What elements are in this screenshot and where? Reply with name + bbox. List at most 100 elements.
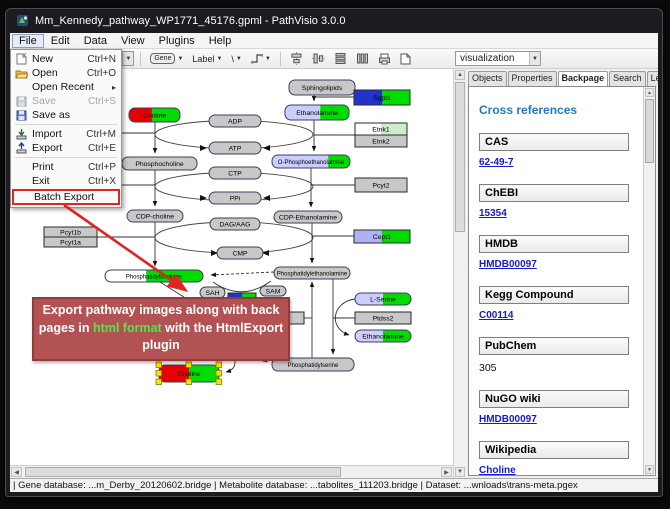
pathway-node-ptdss2[interactable]: Ptdss2 bbox=[355, 312, 411, 324]
backpage-panel: Cross references CAS62-49-7ChEBI15354HMD… bbox=[468, 86, 656, 476]
xref-link[interactable]: 62-49-7 bbox=[479, 157, 633, 168]
toolbar-separator bbox=[280, 52, 281, 66]
svg-text:Pcyt1a: Pcyt1a bbox=[60, 239, 81, 246]
xref-link[interactable]: C00114 bbox=[479, 310, 633, 321]
label-tool-button[interactable]: Label ▼ bbox=[189, 51, 225, 67]
canvas-vertical-scrollbar[interactable]: ▲ ▼ bbox=[453, 69, 466, 478]
panel-scroll-thumb[interactable] bbox=[645, 99, 654, 163]
pathway-node-cept1[interactable]: Cept1 bbox=[354, 230, 410, 243]
pathway-node-pcyt1a[interactable]: Pcyt1a bbox=[44, 237, 97, 247]
canvas-horizontal-scrollbar[interactable]: ◀ ▶ bbox=[10, 465, 453, 478]
pathway-node-sgpl1[interactable]: Sgpl1 bbox=[354, 90, 410, 105]
pathway-node-l-serine[interactable]: L-Serine bbox=[355, 293, 411, 305]
pathway-node-pcyt2[interactable]: Pcyt2 bbox=[355, 178, 407, 192]
menu-item-import[interactable]: Import Ctrl+M bbox=[12, 127, 120, 141]
xref-link[interactable]: 15354 bbox=[479, 208, 633, 219]
pathway-node-dag-aag[interactable]: DAG/AAG bbox=[210, 218, 260, 230]
svg-text:DAG/AAG: DAG/AAG bbox=[220, 221, 251, 228]
pathway-node-pcyt1b[interactable]: Pcyt1b bbox=[44, 227, 97, 237]
elbow-connector-icon bbox=[251, 53, 263, 64]
xref-header: HMDB bbox=[479, 235, 629, 253]
menu-file[interactable]: File bbox=[12, 34, 44, 48]
menu-item-save[interactable]: Save Ctrl+S bbox=[12, 94, 120, 108]
menu-plugins[interactable]: Plugins bbox=[152, 34, 202, 48]
caret-icon: ▼ bbox=[236, 56, 242, 62]
xref-link[interactable]: HMDB00097 bbox=[479, 259, 633, 270]
align-center-y-button[interactable] bbox=[309, 51, 328, 67]
menu-item-open[interactable]: Open Ctrl+O bbox=[12, 66, 120, 80]
pathway-node-o-phosphoethanolamine[interactable]: O-Phosphoethanolamine bbox=[272, 155, 350, 168]
stack-vertical-button[interactable] bbox=[353, 51, 372, 67]
menu-item-new[interactable]: New Ctrl+N bbox=[12, 52, 120, 66]
pathway-node-phosphatidylethanolamine[interactable]: Phosphatidylethanolamine bbox=[274, 267, 350, 279]
pathway-node-cdp-ethanolamine[interactable]: CDP-Ethanolamine bbox=[274, 211, 342, 223]
menu-item-print[interactable]: Print Ctrl+P bbox=[12, 160, 120, 174]
pathway-node-choline[interactable]: Choline bbox=[156, 362, 222, 385]
gene-tool-button[interactable]: Gene ▼ bbox=[147, 51, 186, 67]
app-icon bbox=[16, 14, 29, 27]
stack-horizontal-button[interactable] bbox=[331, 51, 350, 67]
visualization-combobox[interactable]: visualization ▼ bbox=[455, 51, 541, 66]
vertical-scroll-thumb[interactable] bbox=[455, 82, 465, 232]
pathway-node-sam[interactable]: SAM bbox=[260, 286, 286, 296]
scroll-up-icon[interactable]: ▲ bbox=[455, 70, 465, 80]
menu-item-open-recent[interactable]: Open Recent ▸ bbox=[12, 80, 120, 94]
selection-handle[interactable] bbox=[186, 362, 192, 368]
pathway-node-phosphatidylcholines[interactable]: Phosphatidylcholines bbox=[105, 270, 203, 282]
xref-header: CAS bbox=[479, 133, 629, 151]
pathvisio-window: Mm_Kennedy_pathway_WP1771_45176.gpml - P… bbox=[5, 8, 663, 497]
pathway-node-ctp[interactable]: CTP bbox=[209, 167, 261, 179]
selection-handle[interactable] bbox=[156, 371, 162, 377]
menu-item-export[interactable]: Export Ctrl+E bbox=[12, 141, 120, 155]
tab-properties[interactable]: Properties bbox=[508, 71, 557, 86]
svg-text:Pcyt2: Pcyt2 bbox=[373, 182, 390, 189]
tab-search[interactable]: Search bbox=[609, 71, 646, 86]
xref-link[interactable]: HMDB00097 bbox=[479, 414, 633, 425]
pathway-node-phosphocholine[interactable]: Phosphocholine bbox=[122, 157, 197, 170]
pathway-node-adp[interactable]: ADP bbox=[209, 115, 261, 127]
page-setup-button[interactable] bbox=[397, 51, 414, 67]
scroll-left-icon[interactable]: ◀ bbox=[11, 467, 22, 477]
scroll-right-icon[interactable]: ▶ bbox=[441, 467, 452, 477]
pathway-node-etnk2[interactable]: Etnk2 bbox=[355, 135, 407, 147]
print-button[interactable] bbox=[375, 51, 394, 67]
title-bar[interactable]: Mm_Kennedy_pathway_WP1771_45176.gpml - P… bbox=[6, 9, 662, 32]
selection-handle[interactable] bbox=[216, 371, 222, 377]
menu-view[interactable]: View bbox=[114, 34, 152, 48]
selection-handle[interactable] bbox=[216, 379, 222, 385]
menu-item-exit[interactable]: Exit Ctrl+X bbox=[12, 174, 120, 188]
menu-edit[interactable]: Edit bbox=[44, 34, 77, 48]
align-center-x-button[interactable] bbox=[287, 51, 306, 67]
pathway-node-etnk1[interactable]: Etnk1 bbox=[355, 123, 407, 135]
pathway-node-cdp-choline[interactable]: CDP-choline bbox=[127, 210, 183, 222]
line-tool-button[interactable]: \ ▼ bbox=[228, 51, 244, 67]
caret-icon[interactable]: ▼ bbox=[122, 52, 133, 65]
pathway-node-ethanolamine[interactable]: Ethanolamine bbox=[355, 330, 411, 342]
selection-handle[interactable] bbox=[186, 379, 192, 385]
tab-objects[interactable]: Objects bbox=[468, 71, 507, 86]
pathway-node-ppi[interactable]: PPi bbox=[209, 192, 261, 204]
menu-help[interactable]: Help bbox=[202, 34, 239, 48]
tab-legend[interactable]: Legend bbox=[647, 71, 658, 86]
scroll-down-icon[interactable]: ▼ bbox=[645, 465, 654, 474]
visualization-value: visualization bbox=[460, 53, 514, 64]
panel-scrollbar[interactable]: ▲ ▼ bbox=[643, 87, 655, 475]
pathway-node-choline[interactable]: Choline bbox=[129, 108, 180, 122]
connector-tool-button[interactable]: ▼ bbox=[248, 51, 274, 67]
pathway-node-cmp[interactable]: CMP bbox=[217, 247, 263, 259]
selection-handle[interactable] bbox=[156, 362, 162, 368]
selection-handle[interactable] bbox=[216, 362, 222, 368]
pathway-node-ethanolamine[interactable]: Ethanolamine bbox=[285, 105, 349, 120]
tab-backpage[interactable]: Backpage bbox=[558, 71, 609, 86]
selection-handle[interactable] bbox=[156, 379, 162, 385]
scroll-up-icon[interactable]: ▲ bbox=[645, 88, 654, 97]
menu-data[interactable]: Data bbox=[77, 34, 114, 48]
pathway-node-atp[interactable]: ATP bbox=[209, 142, 261, 154]
xref-link[interactable]: Choline bbox=[479, 465, 633, 476]
pathway-node-sphingolipids[interactable]: Sphingolipids bbox=[289, 80, 355, 95]
scroll-down-icon[interactable]: ▼ bbox=[455, 467, 465, 477]
menu-item-batch-export[interactable]: Batch Export bbox=[12, 189, 120, 205]
horizontal-scroll-thumb[interactable] bbox=[25, 467, 341, 477]
menu-item-save-as[interactable]: Save as bbox=[12, 108, 120, 122]
caret-icon[interactable]: ▼ bbox=[529, 52, 540, 65]
